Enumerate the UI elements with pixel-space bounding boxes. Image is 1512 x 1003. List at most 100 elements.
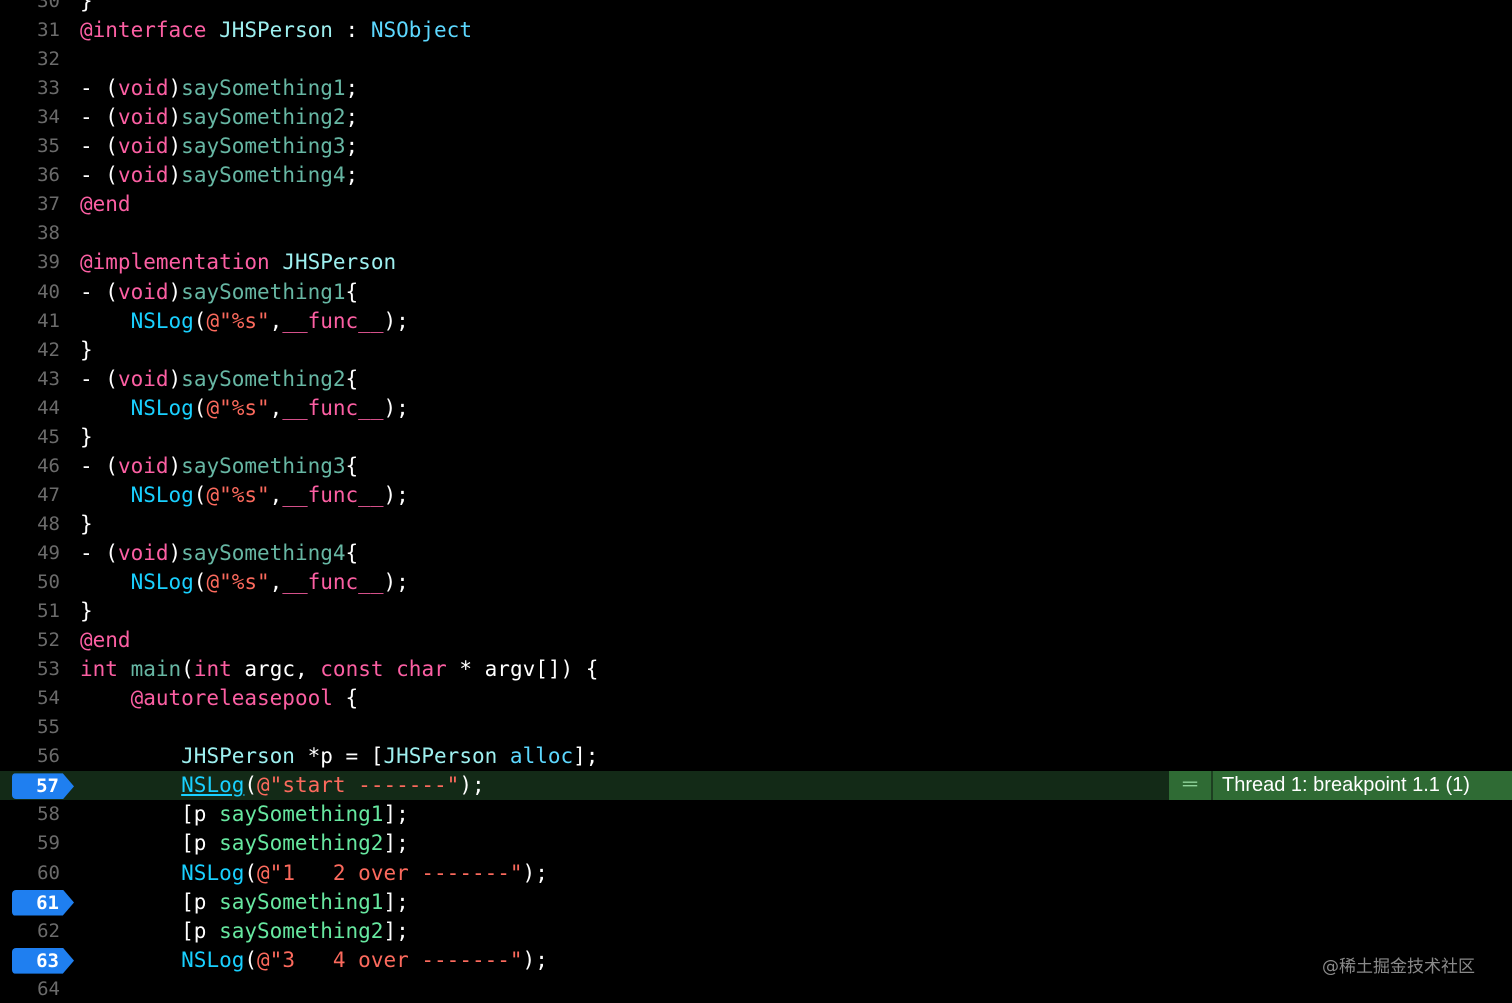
- code-text[interactable]: }: [80, 510, 93, 539]
- code-line[interactable]: 33 - (void)saySomething1;: [0, 74, 1512, 103]
- code-text[interactable]: @implementation JHSPerson: [80, 248, 396, 277]
- line-number[interactable]: 36: [0, 161, 60, 190]
- code-text[interactable]: NSLog(@"1 2 over -------");: [80, 859, 548, 888]
- code-text[interactable]: NSLog(@"%s",__func__);: [80, 307, 409, 336]
- line-number[interactable]: 39: [0, 248, 60, 277]
- line-number[interactable]: 45: [0, 423, 60, 452]
- code-line[interactable]: 60 NSLog(@"1 2 over -------");: [0, 859, 1512, 888]
- code-line[interactable]: 35 - (void)saySomething3;: [0, 132, 1512, 161]
- code-line[interactable]: 56 JHSPerson *p = [JHSPerson alloc];: [0, 742, 1512, 771]
- code-line[interactable]: 55: [0, 713, 1512, 742]
- code-editor[interactable]: 30} 31 @interface JHSPerson : NSObject 32 33…: [0, 0, 1512, 1003]
- breakpoint-marker[interactable]: 63: [12, 947, 74, 974]
- code-text[interactable]: - (void)saySomething3{: [80, 452, 358, 481]
- code-line[interactable]: 58 [p saySomething1];: [0, 800, 1512, 829]
- line-number[interactable]: 47: [0, 481, 60, 510]
- code-line[interactable]: 51}: [0, 597, 1512, 626]
- line-number[interactable]: 53: [0, 655, 60, 684]
- code-line[interactable]: 39 @implementation JHSPerson: [0, 248, 1512, 277]
- code-line[interactable]: 54 @autoreleasepool {: [0, 684, 1512, 713]
- code-line[interactable]: 31 @interface JHSPerson : NSObject: [0, 16, 1512, 45]
- line-number[interactable]: 34: [0, 103, 60, 132]
- line-number[interactable]: 56: [0, 742, 60, 771]
- line-number[interactable]: 62: [0, 917, 60, 946]
- code-line[interactable]: 52 @end: [0, 626, 1512, 655]
- code-line[interactable]: 40 - (void)saySomething1{: [0, 278, 1512, 307]
- code-text[interactable]: - (void)saySomething4;: [80, 161, 358, 190]
- breakpoint-banner[interactable]: ═ Thread 1: breakpoint 1.1 (1): [1169, 771, 1512, 801]
- line-number[interactable]: 46: [0, 452, 60, 481]
- code-line[interactable]: 47 NSLog(@"%s",__func__);: [0, 481, 1512, 510]
- line-number[interactable]: 31: [0, 16, 60, 45]
- code-line[interactable]: 30}: [0, 0, 1512, 16]
- code-line[interactable]: 59 [p saySomething2];: [0, 829, 1512, 858]
- code-line[interactable]: 48}: [0, 510, 1512, 539]
- line-number[interactable]: 40: [0, 278, 60, 307]
- code-line[interactable]: 62 [p saySomething2];: [0, 917, 1512, 946]
- code-line[interactable]: 61 [p saySomething1];: [0, 888, 1512, 917]
- code-text[interactable]: }: [80, 597, 93, 626]
- line-number[interactable]: 58: [0, 800, 60, 829]
- code-line[interactable]: 37 @end: [0, 190, 1512, 219]
- code-line[interactable]: 46 - (void)saySomething3{: [0, 452, 1512, 481]
- code-text[interactable]: - (void)saySomething2;: [80, 103, 358, 132]
- code-text[interactable]: [p saySomething1];: [80, 888, 409, 917]
- code-text[interactable]: int main(int argc, const char * argv[]) …: [80, 655, 598, 684]
- breakpoint-marker[interactable]: 57: [12, 773, 74, 800]
- line-number[interactable]: 50: [0, 568, 60, 597]
- code-text[interactable]: - (void)saySomething4{: [80, 539, 358, 568]
- code-text[interactable]: }: [80, 336, 93, 365]
- code-text[interactable]: - (void)saySomething1{: [80, 278, 358, 307]
- line-number[interactable]: 41: [0, 307, 60, 336]
- code-text[interactable]: [p saySomething2];: [80, 917, 409, 946]
- line-number[interactable]: 54: [0, 684, 60, 713]
- code-text[interactable]: NSLog(@"3 4 over -------");: [80, 946, 548, 975]
- line-number[interactable]: 37: [0, 190, 60, 219]
- code-text[interactable]: NSLog(@"start -------");: [80, 771, 484, 800]
- current-line[interactable]: 57 NSLog(@"start -------"); ═ Thread 1: br…: [0, 771, 1512, 801]
- line-number[interactable]: 35: [0, 132, 60, 161]
- code-text[interactable]: NSLog(@"%s",__func__);: [80, 481, 409, 510]
- code-text[interactable]: @end: [80, 190, 131, 219]
- equals-icon[interactable]: ═: [1169, 771, 1213, 801]
- code-line[interactable]: 44 NSLog(@"%s",__func__);: [0, 394, 1512, 423]
- code-line[interactable]: 38: [0, 219, 1512, 248]
- line-number[interactable]: 43: [0, 365, 60, 394]
- line-number[interactable]: 44: [0, 394, 60, 423]
- code-text[interactable]: @interface JHSPerson : NSObject: [80, 16, 472, 45]
- code-text[interactable]: [p saySomething2];: [80, 829, 409, 858]
- code-line[interactable]: 42}: [0, 336, 1512, 365]
- line-number[interactable]: 33: [0, 74, 60, 103]
- code-text[interactable]: }: [80, 0, 93, 16]
- code-text[interactable]: - (void)saySomething3;: [80, 132, 358, 161]
- code-line[interactable]: 34 - (void)saySomething2;: [0, 103, 1512, 132]
- code-text[interactable]: [p saySomething1];: [80, 800, 409, 829]
- line-number[interactable]: 60: [0, 859, 60, 888]
- code-text[interactable]: @autoreleasepool {: [80, 684, 359, 713]
- code-text[interactable]: NSLog(@"%s",__func__);: [80, 568, 409, 597]
- code-line[interactable]: 45}: [0, 423, 1512, 452]
- line-number[interactable]: 42: [0, 336, 60, 365]
- code-line[interactable]: 41 NSLog(@"%s",__func__);: [0, 307, 1512, 336]
- code-line[interactable]: 32: [0, 45, 1512, 74]
- code-text[interactable]: NSLog(@"%s",__func__);: [80, 394, 409, 423]
- code-line[interactable]: 64: [0, 975, 1512, 1003]
- code-line[interactable]: 53 int main(int argc, const char * argv[]…: [0, 655, 1512, 684]
- line-number[interactable]: 59: [0, 829, 60, 858]
- code-line[interactable]: 43 - (void)saySomething2{: [0, 365, 1512, 394]
- code-text[interactable]: }: [80, 423, 93, 452]
- line-number[interactable]: 49: [0, 539, 60, 568]
- code-text[interactable]: @end: [80, 626, 131, 655]
- line-number[interactable]: 64: [0, 975, 60, 1003]
- code-line[interactable]: 63 NSLog(@"3 4 over -------");: [0, 946, 1512, 975]
- code-line[interactable]: 49 - (void)saySomething4{: [0, 539, 1512, 568]
- breakpoint-marker[interactable]: 61: [12, 889, 74, 916]
- code-text[interactable]: JHSPerson *p = [JHSPerson alloc];: [80, 742, 598, 771]
- code-text[interactable]: - (void)saySomething1;: [80, 74, 358, 103]
- line-number[interactable]: 52: [0, 626, 60, 655]
- line-number[interactable]: 32: [0, 45, 60, 74]
- code-text[interactable]: - (void)saySomething2{: [80, 365, 358, 394]
- line-number[interactable]: 55: [0, 713, 60, 742]
- code-line[interactable]: 36 - (void)saySomething4;: [0, 161, 1512, 190]
- line-number[interactable]: 38: [0, 219, 60, 248]
